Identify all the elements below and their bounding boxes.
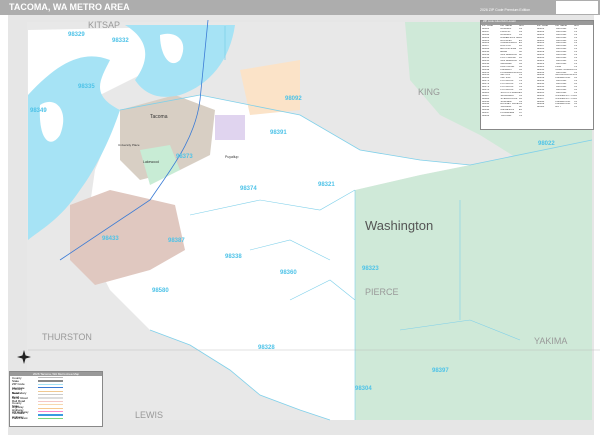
region-label: THURSTON [42,332,92,342]
zip-label: 98387 [168,238,185,244]
table-row: 98402 TACOMA C3 [481,115,593,118]
legend-swatch [38,390,63,392]
legend-swatch [38,380,63,382]
zip-label: 98397 [432,368,449,374]
city-label: University Place [118,143,140,147]
legend-swatch [38,417,63,419]
zip-label: 98323 [362,266,379,272]
table-cell [574,115,592,118]
zip-label: 98335 [78,84,95,90]
zip-label: 98391 [270,130,287,136]
legend-swatch [38,377,63,379]
legend-item: Park/Forest [10,416,102,421]
legend-swatch [38,397,63,399]
zip-label: 98022 [538,141,555,147]
table-cell: 98402 [482,115,490,118]
legend-swatch [38,411,63,413]
zip-label: 98580 [152,288,169,294]
legend-swatch [38,394,63,396]
legend-swatch [38,404,63,406]
zip-label: 98349 [30,108,47,114]
map-legend: 2026 Tacoma, WA Metro Area Map County Sta… [9,371,103,427]
table-cell [537,115,555,118]
state-label: Washington [365,218,433,233]
zip-label: 98373 [176,154,193,160]
region-label: YAKIMA [534,336,567,346]
zip-label: 98338 [225,254,242,260]
region-label: LEWIS [135,410,163,420]
zip-label: 98328 [258,345,275,351]
zip-label: 98092 [285,96,302,102]
table-cell: C3 [518,115,522,118]
legend-swatch [38,383,63,386]
table-cell: TACOMA [500,115,512,118]
table-cell [555,115,573,118]
zip-label: 98329 [68,32,85,38]
zip-label: 98304 [355,386,372,392]
city-label: Puyallup [225,155,238,159]
region-label: KITSAP [88,20,120,30]
legend-label: Park/Forest [12,416,28,421]
zip-label: 98360 [280,270,297,276]
legend-swatch [38,387,63,389]
city-label: Lakewood [143,160,159,164]
zip-index-table: ZIP Code Index/Grid Locator ZIP Code ZIP … [480,20,594,130]
fife-area [215,115,245,140]
zip-label: 98332 [112,38,129,44]
legend-swatch [38,407,63,409]
legend-swatch [38,400,63,403]
city-label: Tacoma [150,114,168,120]
zip-label: 98374 [240,186,257,192]
zip-label: 98321 [318,182,335,188]
zip-label: 98433 [102,236,119,242]
legend-swatch [38,414,63,416]
national-forest [355,140,592,420]
region-label: PIERCE [365,287,399,297]
region-label: KING [418,87,440,97]
